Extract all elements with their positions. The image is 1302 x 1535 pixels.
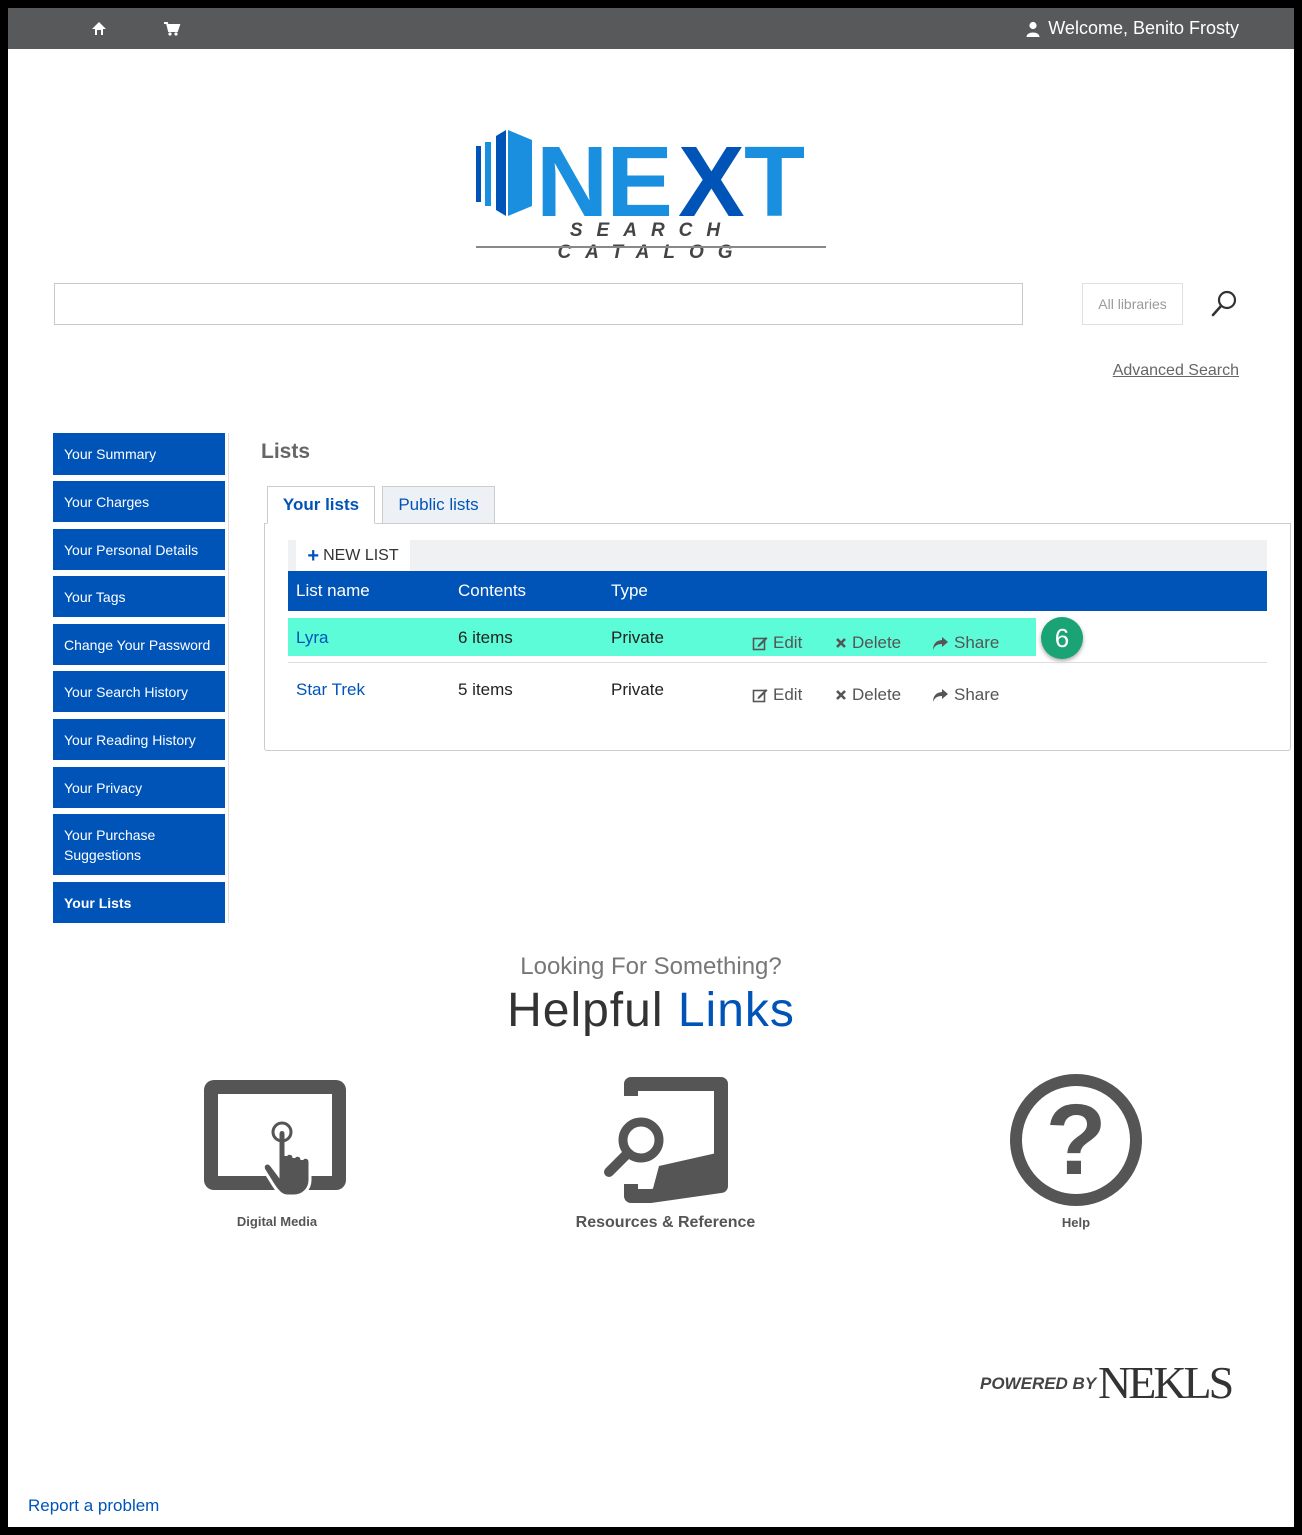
table-row: Star Trek 5 items Private Edit Delete Sh… — [288, 670, 1267, 722]
top-bar: Welcome, Benito Frosty — [8, 8, 1294, 49]
logo-subtitle: SEARCH CATALOG — [557, 220, 747, 263]
sidebar-item-purchase-suggestions[interactable]: Your Purchase Suggestions — [53, 814, 225, 875]
next-logo-mark: NE X T — [476, 126, 805, 238]
welcome-user[interactable]: Welcome, Benito Frosty — [1026, 18, 1239, 39]
edit-label: Edit — [773, 685, 803, 704]
welcome-text: Welcome, Benito Frosty — [1048, 18, 1239, 38]
logo-underline — [476, 246, 826, 248]
sidebar-item-lists[interactable]: Your Lists — [53, 882, 225, 923]
sidebar-item-summary[interactable]: Your Summary — [53, 433, 225, 475]
report-problem-link[interactable]: Report a problem — [28, 1496, 159, 1516]
svg-text:NE: NE — [536, 126, 671, 218]
column-header-contents: Contents — [458, 581, 527, 600]
column-header-name: List name — [296, 581, 370, 600]
library-select[interactable]: All libraries — [1082, 283, 1183, 325]
home-icon[interactable] — [88, 18, 110, 40]
list-type: Private — [611, 680, 664, 699]
links-word: Links — [677, 984, 795, 1037]
search-icon[interactable] — [1208, 288, 1240, 320]
share-button[interactable]: Share — [932, 633, 999, 653]
list-contents: 6 items — [458, 628, 513, 647]
step-badge: 6 — [1041, 617, 1083, 659]
new-list-label: NEW LIST — [323, 546, 399, 564]
tablet-touch-icon — [204, 1080, 346, 1198]
delete-label: Delete — [852, 685, 902, 704]
table-header: List name Contents Type — [288, 571, 1267, 611]
row-divider — [288, 662, 1267, 663]
share-button[interactable]: Share — [932, 685, 999, 705]
list-name-link[interactable]: Star Trek — [296, 680, 365, 700]
new-list-button[interactable]: + NEW LIST — [296, 540, 410, 571]
sidebar-item-reading-history[interactable]: Your Reading History — [53, 719, 225, 760]
sidebar-item-charges[interactable]: Your Charges — [53, 481, 225, 522]
question-circle-icon: ? — [1010, 1074, 1142, 1206]
edit-icon — [752, 637, 768, 651]
sidebar-item-change-password[interactable]: Change Your Password — [53, 624, 225, 665]
share-label: Share — [954, 633, 1000, 652]
helpful-links-heading: Helpful Links — [8, 983, 1294, 1038]
sidebar-item-personal-details[interactable]: Your Personal Details — [53, 529, 225, 570]
svg-text:?: ? — [1045, 1084, 1106, 1196]
sidebar-item-tags[interactable]: Your Tags — [53, 576, 225, 617]
digital-media-label: Digital Media — [236, 1214, 318, 1229]
delete-button[interactable]: Delete — [835, 633, 901, 653]
resources-reference-label: Resources & Reference — [575, 1214, 756, 1231]
edit-button[interactable]: Edit — [752, 633, 802, 653]
search-document-icon — [604, 1077, 728, 1203]
sidebar-item-search-history[interactable]: Your Search History — [53, 671, 225, 712]
list-contents: 5 items — [458, 680, 513, 699]
nekls-logo: NEKLS — [1098, 1357, 1234, 1408]
search-input[interactable] — [54, 283, 1023, 325]
edit-icon — [752, 689, 768, 703]
page: Welcome, Benito Frosty NE X T SEARCH CAT… — [8, 8, 1294, 1527]
tab-your-lists[interactable]: Your lists — [267, 486, 375, 524]
column-header-type: Type — [611, 581, 648, 600]
edit-button[interactable]: Edit — [752, 685, 802, 705]
edit-label: Edit — [773, 633, 803, 652]
list-type: Private — [611, 628, 664, 647]
svg-text:T: T — [744, 126, 805, 218]
tab-public-lists[interactable]: Public lists — [382, 486, 495, 524]
page-title: Lists — [261, 440, 311, 463]
close-icon — [836, 638, 846, 648]
resources-reference-link[interactable]: Resources & Reference — [573, 1076, 758, 1236]
sidebar-divider — [228, 433, 229, 923]
help-link[interactable]: ? Help — [1006, 1070, 1146, 1236]
site-logo[interactable]: NE X T SEARCH CATALOG — [474, 126, 830, 263]
list-toolbar — [288, 540, 1267, 571]
user-icon — [1026, 21, 1040, 37]
share-label: Share — [954, 685, 1000, 704]
powered-by-nekls[interactable]: POWERED BY NEKLS — [978, 1356, 1258, 1412]
digital-media-link[interactable]: Digital Media — [198, 1076, 356, 1236]
powered-by-label: POWERED BY — [980, 1374, 1097, 1393]
list-name-link[interactable]: Lyra — [296, 628, 328, 648]
advanced-search-link[interactable]: Advanced Search — [1113, 362, 1239, 380]
help-label: Help — [1061, 1215, 1091, 1230]
plus-icon: + — [307, 544, 320, 567]
svg-text:X: X — [678, 126, 745, 218]
share-icon — [933, 688, 948, 702]
cart-icon[interactable] — [161, 18, 183, 40]
looking-heading: Looking For Something? — [520, 953, 782, 980]
delete-label: Delete — [852, 633, 902, 652]
close-icon — [836, 690, 846, 700]
helpful-word: Helpful — [507, 984, 664, 1037]
delete-button[interactable]: Delete — [835, 685, 901, 705]
share-icon — [933, 636, 948, 650]
sidebar-item-privacy[interactable]: Your Privacy — [53, 767, 225, 808]
